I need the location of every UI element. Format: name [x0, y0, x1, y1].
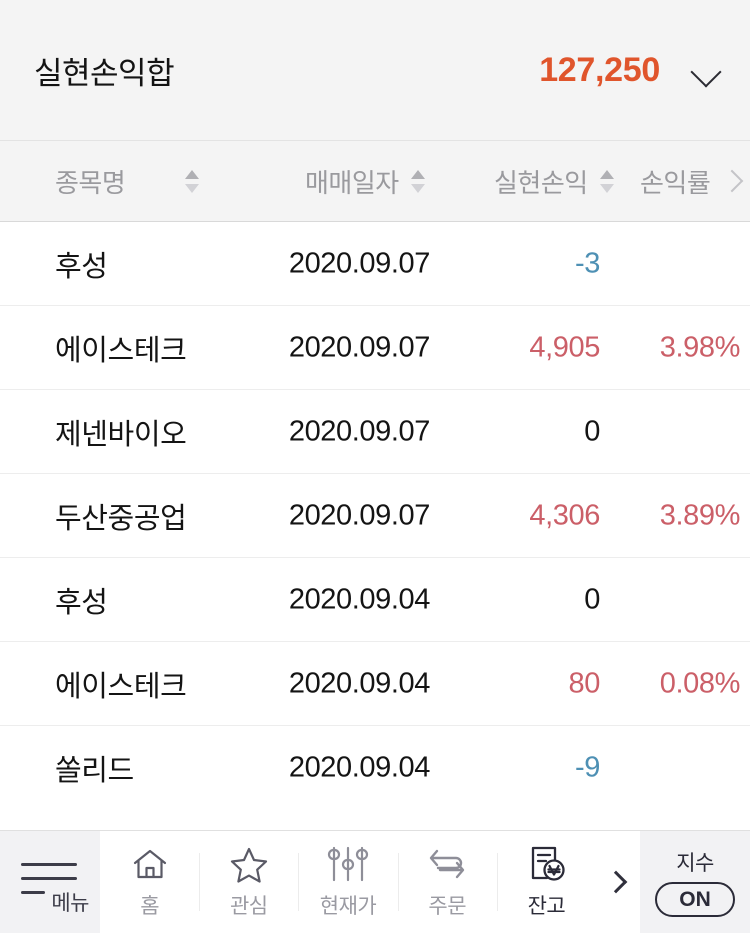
sort-descending-icon [410, 183, 425, 193]
app-screen: 실현손익합 127,250 종목명 매매일자 실현손익 손익률 후성 2020.… [0, 0, 750, 933]
nav-item-menu[interactable]: 메뉴 [0, 831, 100, 933]
hamburger-line [21, 863, 77, 866]
summary-label: 실현손익합 [34, 55, 175, 91]
cell-pl-rate: 3.89% [659, 499, 741, 531]
cell-realized-pl: 4,905 [529, 331, 600, 363]
cell-pl-rate: 0.08% [659, 667, 741, 699]
candlestick-icon [325, 844, 371, 884]
nav-label-balance: 잔고 [527, 895, 566, 918]
realized-pl-table-body: 후성 2020.09.07 -3 에이스테크 2020.09.07 4,905 3.98% 제… [0, 222, 750, 830]
summary-total-value: 127,250 [539, 50, 660, 89]
document-won-icon [523, 844, 569, 884]
cell-pl-rate: 3.98% [659, 331, 741, 363]
cell-stock-name: 에이스테크 [55, 334, 187, 367]
cell-stock-name: 후성 [55, 586, 108, 619]
sort-ascending-icon [410, 169, 425, 179]
realized-pl-summary-bar[interactable]: 실현손익합 127,250 [0, 0, 750, 140]
nav-item-current-price[interactable]: 현재가 [298, 831, 397, 933]
sort-icon-trade-date[interactable] [410, 169, 425, 193]
cell-trade-date: 2020.09.07 [288, 331, 431, 363]
column-header-pl-rate[interactable]: 손익률 [640, 163, 711, 200]
nav-item-home[interactable]: 홈 [100, 831, 199, 933]
hamburger-line [21, 891, 45, 894]
cell-stock-name: 쏠리드 [55, 755, 134, 787]
nav-item-watchlist[interactable]: 관심 [199, 831, 298, 933]
index-toggle[interactable]: 지수 ON [640, 831, 750, 933]
table-column-header: 종목명 매매일자 실현손익 손익률 [0, 140, 750, 222]
bottom-navigation-bar: 메뉴 홈 관심 현재가 주문 잔고 지수 ON [0, 830, 750, 933]
cell-realized-pl: 0 [584, 415, 600, 447]
sort-descending-icon [185, 183, 200, 193]
cell-trade-date: 2020.09.07 [288, 499, 431, 531]
nav-item-order[interactable]: 주문 [397, 831, 497, 933]
cell-trade-date: 2020.09.04 [288, 583, 431, 615]
nav-label-watchlist: 관심 [229, 895, 268, 918]
home-icon [127, 844, 173, 884]
column-label-trade-date: 매매일자 [305, 167, 399, 198]
sort-icon-stock-name[interactable] [185, 169, 200, 193]
cell-realized-pl: 4,306 [529, 499, 600, 531]
chevron-down-icon[interactable] [690, 53, 724, 87]
table-row[interactable]: 에이스테크 2020.09.04 80 0.08% [0, 642, 750, 726]
column-label-realized-pl: 실현손익 [494, 167, 588, 198]
table-row[interactable]: 후성 2020.09.07 -3 [0, 222, 750, 306]
column-header-stock-name[interactable]: 종목명 [55, 163, 200, 200]
cell-stock-name: 제넨바이오 [55, 418, 187, 451]
cell-realized-pl: -3 [575, 247, 600, 279]
table-row[interactable]: 에이스테크 2020.09.07 4,905 3.98% [0, 306, 750, 390]
index-toggle-label: 지수 [676, 852, 714, 875]
index-toggle-state[interactable]: ON [655, 882, 735, 917]
chevron-right-glyph [604, 870, 628, 894]
chevron-right-icon[interactable] [722, 170, 744, 192]
cell-realized-pl: 80 [568, 667, 601, 699]
cell-trade-date: 2020.09.07 [288, 415, 431, 447]
cell-stock-name: 에이스테크 [55, 670, 187, 703]
sort-descending-icon [599, 183, 614, 193]
column-header-realized-pl[interactable]: 실현손익 [494, 163, 614, 200]
nav-label-order: 주문 [428, 895, 467, 918]
cell-stock-name: 후성 [55, 250, 108, 283]
table-row[interactable]: 제넨바이오 2020.09.07 0 [0, 390, 750, 474]
cell-stock-name: 두산중공업 [55, 502, 187, 535]
column-label-stock-name: 종목명 [55, 167, 126, 198]
column-label-pl-rate: 손익률 [640, 167, 711, 198]
cell-trade-date: 2020.09.07 [288, 247, 431, 279]
sort-ascending-icon [599, 169, 614, 179]
sort-icon-realized-pl[interactable] [599, 169, 614, 193]
nav-label-current-price: 현재가 [319, 895, 377, 918]
sort-ascending-icon [185, 169, 200, 179]
cell-trade-date: 2020.09.04 [288, 667, 431, 699]
column-header-trade-date[interactable]: 매매일자 [305, 163, 425, 200]
summary-right-group: 127,250 [539, 51, 724, 90]
table-row[interactable]: 후성 2020.09.04 0 [0, 558, 750, 642]
cell-realized-pl: -9 [575, 751, 600, 784]
star-icon [226, 844, 272, 884]
table-row[interactable]: 쏠리드 2020.09.04 -9 [0, 726, 750, 810]
hamburger-line [21, 877, 77, 880]
nav-label-menu: 메뉴 [48, 887, 89, 917]
nav-item-balance[interactable]: 잔고 [496, 831, 596, 933]
cell-realized-pl: 0 [584, 583, 600, 615]
nav-label-home: 홈 [140, 895, 160, 918]
cell-trade-date: 2020.09.04 [288, 751, 431, 784]
nav-more-chevron-right-icon[interactable] [596, 831, 640, 933]
hamburger-icon: 메뉴 [13, 853, 89, 917]
exchange-icon [424, 844, 470, 884]
table-row[interactable]: 두산중공업 2020.09.07 4,306 3.89% [0, 474, 750, 558]
